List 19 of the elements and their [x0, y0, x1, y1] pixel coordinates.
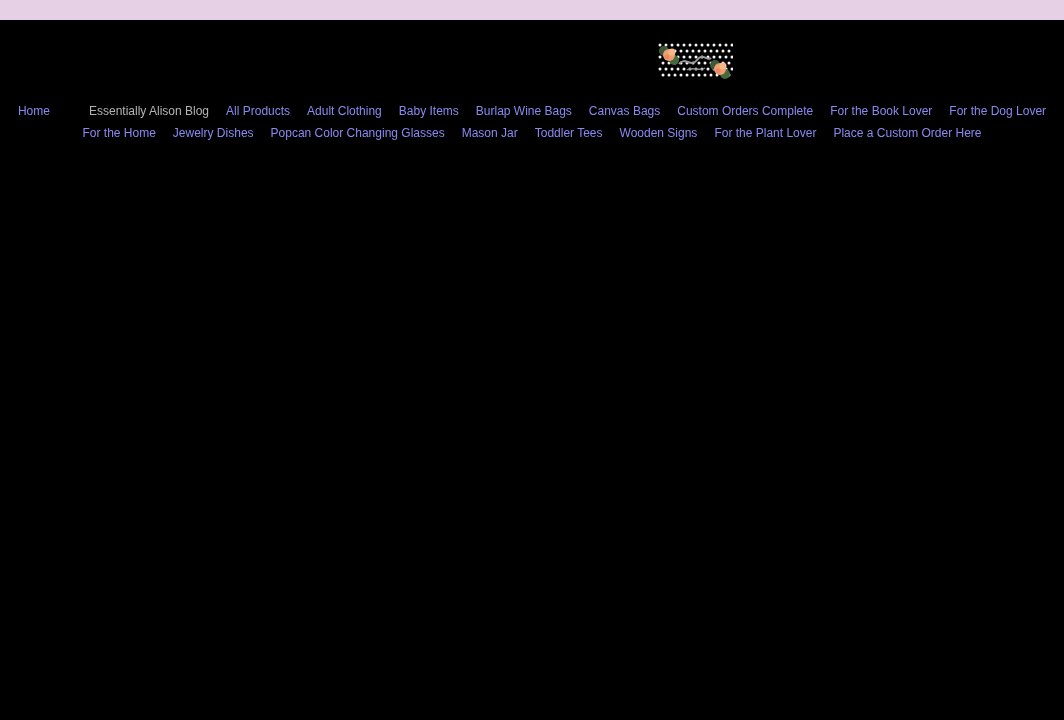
logo-image[interactable]: [657, 42, 733, 81]
nav-link[interactable]: Toddler Tees: [534, 122, 603, 144]
nav-link[interactable]: Canvas Bags: [588, 100, 661, 122]
nav-link[interactable]: Adult Clothing: [307, 100, 382, 122]
nav-link[interactable]: Place a Custom Order Here: [833, 122, 982, 144]
nav-link[interactable]: Wooden Signs: [619, 122, 698, 144]
nav-link[interactable]: Custom Orders Complete: [677, 100, 814, 122]
nav-link[interactable]: Mason Jar: [461, 122, 518, 144]
nav-link[interactable]: All Products: [226, 100, 291, 122]
nav-link[interactable]: For the Plant Lover: [714, 122, 817, 144]
nav-link[interactable]: Baby Items: [398, 100, 459, 122]
nav-link[interactable]: For the Dog Lover: [949, 100, 1047, 122]
nav-link[interactable]: For the Home: [82, 122, 156, 144]
nav-link[interactable]: Jewelry Dishes: [172, 122, 254, 144]
nav-link[interactable]: For the Book Lover: [830, 100, 933, 122]
nav-link[interactable]: Popcan Color Changing Glasses: [270, 122, 445, 144]
nav-link[interactable]: Essentially Alison Blog: [88, 100, 210, 122]
nav-link[interactable]: Burlap Wine Bags: [475, 100, 572, 122]
nav-link[interactable]: Home: [17, 100, 50, 122]
